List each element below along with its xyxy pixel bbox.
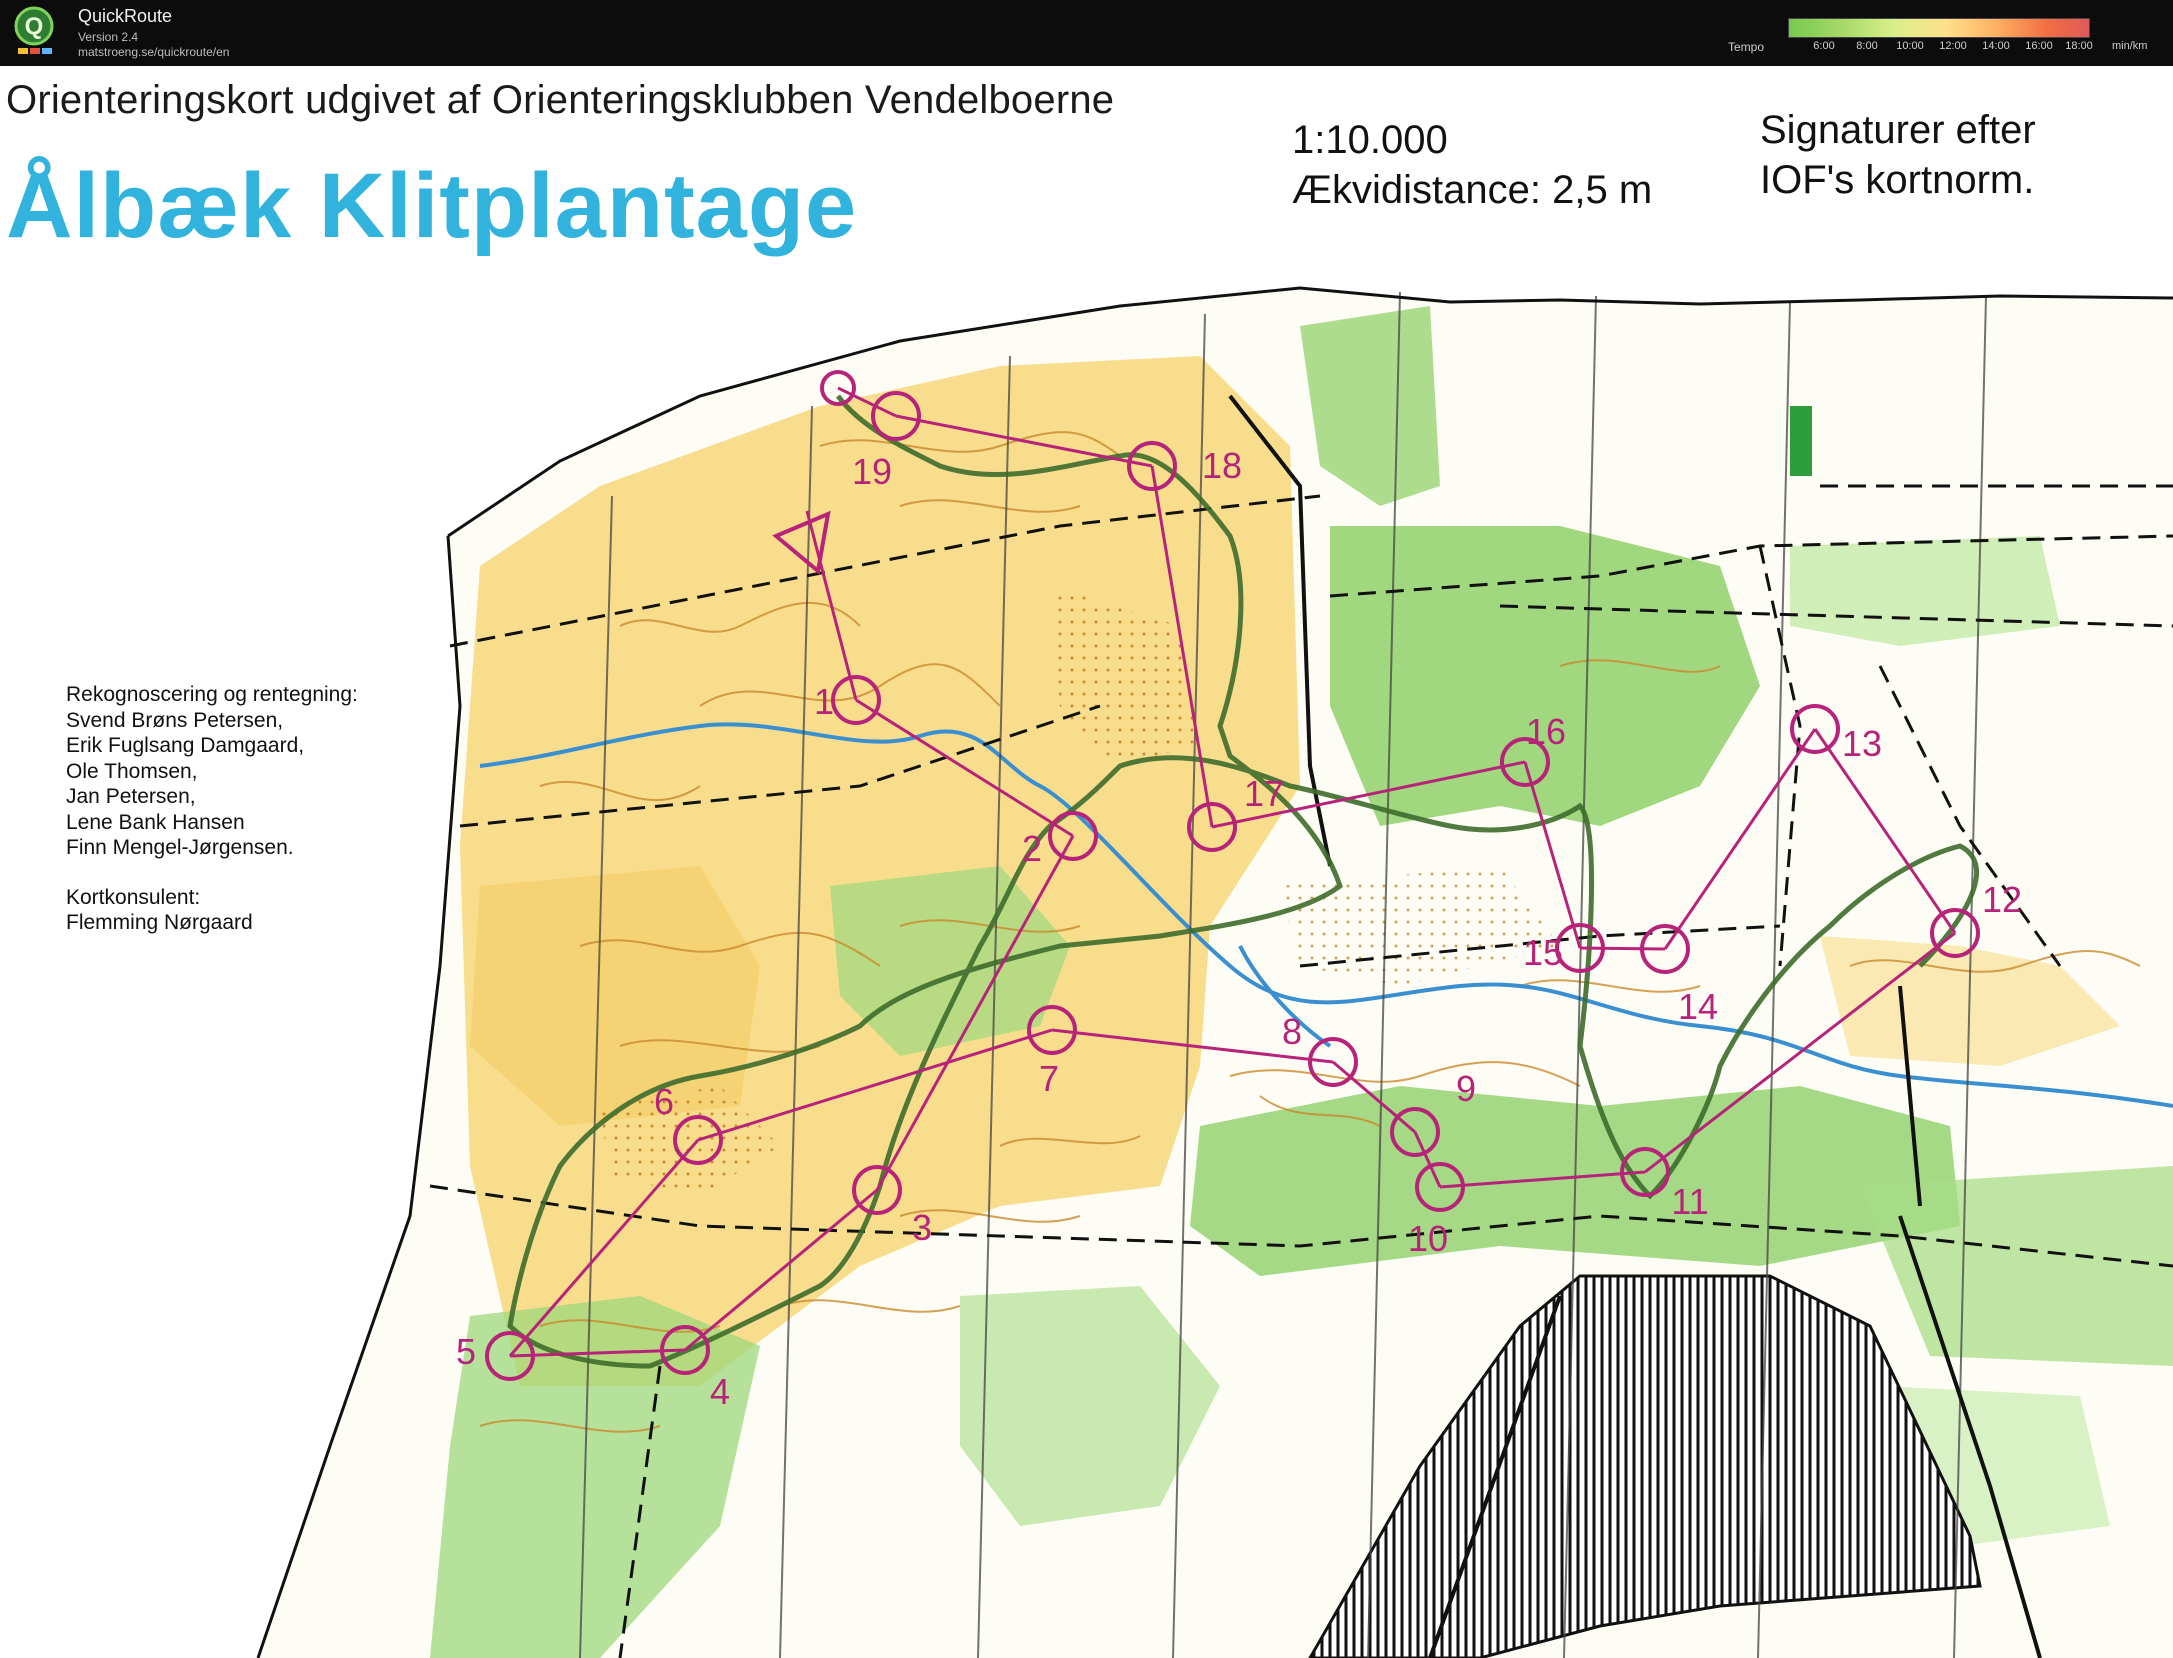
map-credits: Rekognoscering og rentegning: Svend Brøn… — [66, 682, 358, 936]
control-label-13: 13 — [1841, 723, 1883, 764]
map-title: Ålbæk Klitplantage — [6, 155, 858, 257]
control-label-8: 8 — [1281, 1011, 1303, 1052]
control-label-10: 10 — [1407, 1218, 1449, 1259]
orienteering-map[interactable]: Orienteringskort udgivet af Orienterings… — [0, 66, 2173, 1658]
control-label-11: 11 — [1671, 1181, 1709, 1222]
control-label-3: 3 — [911, 1207, 933, 1248]
control-label-19: 19 — [851, 451, 893, 492]
control-label-15: 15 — [1522, 932, 1564, 973]
map-equidistance: Ækvidistance: 2,5 m — [1292, 168, 1653, 212]
tempo-tick: 16:00 — [2025, 40, 2053, 52]
map-scale: 1:10.000 — [1292, 118, 1448, 162]
forest-east — [1790, 536, 2060, 646]
control-label-6: 6 — [653, 1081, 675, 1122]
app-title: QuickRoute — [78, 6, 173, 26]
consultant-name: Flemming Nørgaard — [66, 911, 253, 934]
control-label-16: 16 — [1525, 711, 1567, 752]
consultant-heading: Kortkonsulent: — [66, 885, 201, 909]
tempo-tick-labels: 6:00 8:00 10:00 12:00 14:00 16:00 18:00 — [1788, 40, 2092, 56]
app-top-bar: Q QuickRoute Version 2.4 matstroeng.se/q… — [0, 0, 2173, 66]
control-label-5: 5 — [455, 1331, 477, 1372]
control-label-7: 7 — [1038, 1058, 1060, 1099]
credits-name: Erik Fuglsang Damgaard, — [66, 734, 305, 757]
map-publisher-header: Orienteringskort udgivet af Orienterings… — [6, 78, 1115, 122]
app-url-link[interactable]: matstroeng.se/quickroute/en — [78, 45, 229, 59]
tempo-label: Tempo — [1728, 40, 1765, 54]
forest-central — [1330, 526, 1760, 826]
map-symbols-note-2: IOF's kortnorm. — [1760, 158, 2035, 202]
control-label-12: 12 — [1981, 879, 2023, 920]
map-symbols-note: Signaturer efter — [1760, 108, 2036, 152]
tempo-color-scale — [1788, 18, 2090, 38]
tempo-tick: 18:00 — [2065, 40, 2093, 52]
tempo-tick: 10:00 — [1896, 40, 1924, 52]
control-label-9: 9 — [1455, 1068, 1477, 1109]
tempo-tick: 8:00 — [1856, 40, 1878, 52]
credits-name: Jan Petersen, — [66, 785, 196, 808]
control-label-18: 18 — [1201, 445, 1243, 486]
credits-heading: Rekognoscering og rentegning: — [66, 683, 358, 706]
credits-name: Lene Bank Hansen — [66, 810, 245, 834]
control-label-4: 4 — [709, 1371, 731, 1412]
quickroute-logo-icon: Q — [14, 6, 54, 54]
control-label-17: 17 — [1243, 773, 1285, 814]
tempo-tick: 14:00 — [1982, 40, 2010, 52]
credits-name: Svend Brøns Petersen, — [66, 708, 284, 732]
tempo-tick: 12:00 — [1939, 40, 1967, 52]
control-label-1: 1 — [813, 681, 835, 722]
svg-text:Q: Q — [25, 13, 44, 40]
credits-name: Finn Mengel-Jørgensen. — [66, 836, 294, 859]
credits-name: Ole Thomsen, — [66, 759, 198, 783]
control-label-14: 14 — [1677, 986, 1719, 1027]
tempo-tick: 6:00 — [1813, 40, 1835, 52]
forest-strip — [1790, 406, 1812, 476]
control-label-2: 2 — [1021, 828, 1043, 869]
app-version: Version 2.4 — [78, 30, 139, 44]
tempo-unit: min/km — [2112, 40, 2148, 52]
